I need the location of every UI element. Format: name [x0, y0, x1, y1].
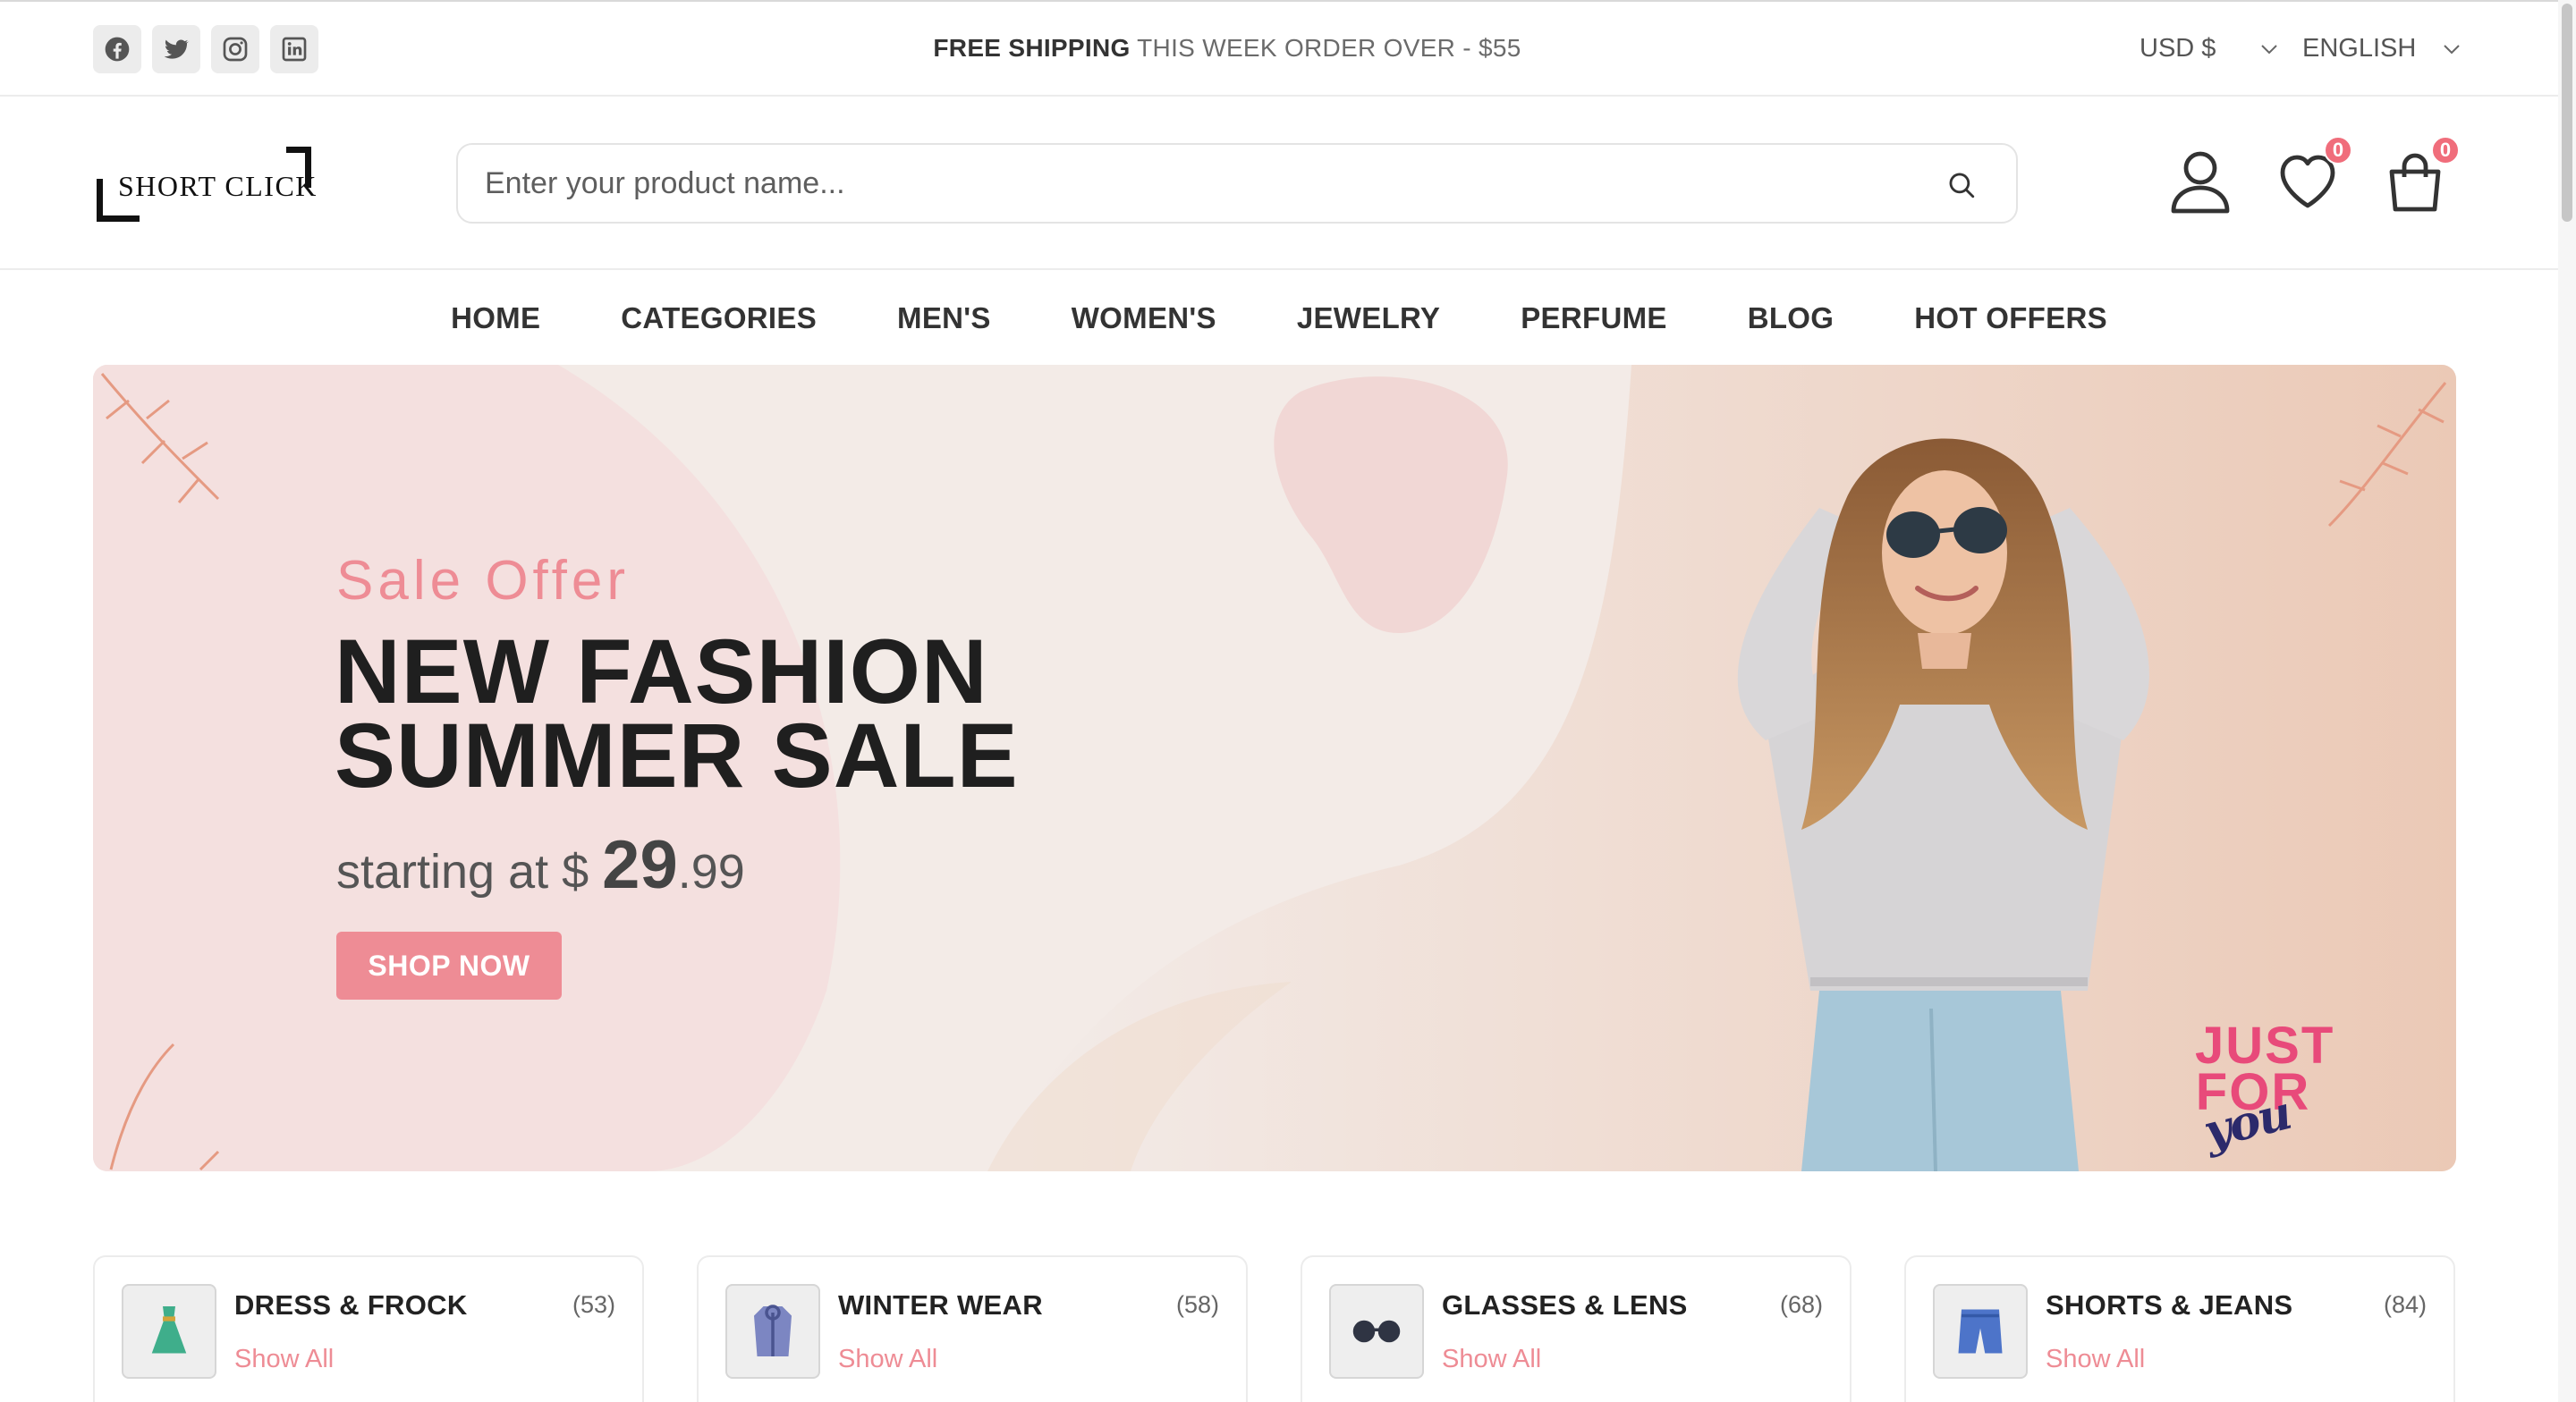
nav-blog[interactable]: BLOG: [1748, 301, 1835, 335]
category-card[interactable]: GLASSES & LENS (68) Show All: [1301, 1255, 1852, 1402]
shop-now-button[interactable]: SHOP NOW: [336, 932, 562, 1000]
category-card[interactable]: WINTER WEAR (58) Show All: [697, 1255, 1248, 1402]
hero-price: starting at $ 29.99: [336, 826, 745, 904]
dress-icon: [151, 1306, 187, 1354]
category-strip: DRESS & FROCK (53) Show All WINTER WEAR …: [93, 1255, 2456, 1402]
account-button[interactable]: [2170, 150, 2231, 215]
site-logo[interactable]: SHORT CLICK: [97, 147, 316, 222]
nav-categories[interactable]: CATEGORIES: [621, 301, 817, 335]
scrollbar-thumb[interactable]: [2562, 4, 2572, 222]
hero-title: NEW FASHION SUMMER SALE: [335, 626, 1140, 801]
top-bar: FREE SHIPPING THIS WEEK ORDER OVER - $55…: [0, 0, 2558, 97]
chevron-down-icon: [2261, 44, 2278, 54]
just-for-you-badge: JUST FOR you: [2195, 1020, 2333, 1160]
wishlist-count-badge: 0: [2324, 136, 2352, 165]
hero-kicker: Sale Offer: [336, 550, 631, 612]
user-icon: [2171, 151, 2230, 214]
category-card[interactable]: DRESS & FROCK (53) Show All: [93, 1255, 644, 1402]
announcement-text: THIS WEEK ORDER OVER - $55: [1130, 34, 1521, 62]
show-all-link[interactable]: Show All: [2046, 1345, 2145, 1374]
price-whole: 29: [602, 827, 678, 903]
category-name: SHORTS & JEANS: [2046, 1289, 2293, 1321]
show-all-link[interactable]: Show All: [1442, 1345, 1541, 1374]
currency-selector[interactable]: USD $: [2140, 34, 2278, 63]
nav-jewelry[interactable]: JEWELRY: [1297, 301, 1440, 335]
language-selector[interactable]: ENGLISH: [2302, 34, 2461, 63]
category-thumb: [122, 1284, 216, 1379]
wishlist-button[interactable]: 0: [2277, 136, 2352, 215]
announcement-highlight: FREE SHIPPING: [933, 34, 1131, 62]
search-bar: [456, 143, 2018, 224]
logo-text: SHORT CLICK: [118, 170, 318, 202]
category-count: (84): [2383, 1291, 2427, 1318]
glasses-icon: [1352, 1320, 1401, 1343]
show-all-link[interactable]: Show All: [234, 1345, 334, 1374]
category-name: DRESS & FROCK: [234, 1289, 468, 1321]
show-all-link[interactable]: Show All: [838, 1345, 937, 1374]
category-count: (53): [572, 1291, 615, 1318]
page-scrollbar[interactable]: [2558, 0, 2576, 1402]
shorts-icon: [1958, 1309, 2003, 1354]
site-header: SHORT CLICK 0 0: [0, 97, 2558, 270]
nav-home[interactable]: HOME: [451, 301, 540, 335]
category-thumb: [1329, 1284, 1424, 1379]
main-navigation: HOME CATEGORIES MEN'S WOMEN'S JEWELRY PE…: [0, 272, 2558, 365]
cart-count-badge: 0: [2431, 136, 2460, 165]
cart-button[interactable]: 0: [2385, 136, 2460, 215]
coat-icon: [754, 1305, 792, 1356]
currency-value: USD $: [2140, 34, 2216, 63]
category-count: (58): [1175, 1291, 1219, 1318]
search-icon[interactable]: [1946, 170, 1977, 200]
search-input[interactable]: [485, 145, 1916, 222]
hero-title-line2: SUMMER SALE: [335, 705, 1019, 807]
category-card[interactable]: SHORTS & JEANS (84) Show All: [1904, 1255, 2455, 1402]
category-thumb: [725, 1284, 820, 1379]
price-cents: .99: [677, 845, 745, 899]
category-name: GLASSES & LENS: [1442, 1289, 1688, 1321]
language-value: ENGLISH: [2302, 34, 2417, 63]
price-prefix: starting at $: [336, 845, 603, 899]
nav-womens[interactable]: WOMEN'S: [1072, 301, 1216, 335]
nav-mens[interactable]: MEN'S: [897, 301, 991, 335]
category-thumb: [1933, 1284, 2028, 1379]
chevron-down-icon: [2444, 44, 2461, 54]
nav-hot-offers[interactable]: HOT OFFERS: [1914, 301, 2107, 335]
shipping-announcement: FREE SHIPPING THIS WEEK ORDER OVER - $55: [0, 34, 2454, 63]
category-count: (68): [1779, 1291, 1823, 1318]
category-name: WINTER WEAR: [838, 1289, 1043, 1321]
nav-perfume[interactable]: PERFUME: [1521, 301, 1666, 335]
hero-banner: Sale Offer NEW FASHION SUMMER SALE start…: [93, 365, 2456, 1171]
